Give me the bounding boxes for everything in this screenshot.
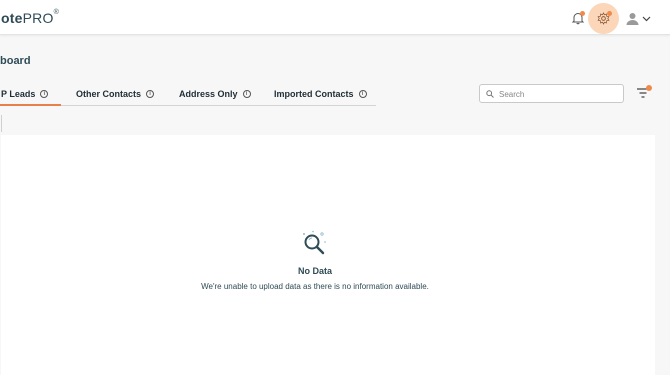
- user-menu-button[interactable]: [626, 12, 639, 25]
- tab-label: Other Contacts: [76, 89, 142, 99]
- user-icon: [626, 13, 639, 25]
- info-icon[interactable]: i: [146, 90, 155, 98]
- app-logo[interactable]: otePRO®: [1, 9, 59, 26]
- active-tab-indicator: [0, 104, 61, 106]
- info-icon[interactable]: i: [358, 90, 367, 98]
- notification-badge: [580, 11, 585, 16]
- filter-badge: [646, 85, 652, 91]
- contact-tabs: P Leads i Other Contacts i Address Only …: [0, 80, 376, 106]
- tab-p-leads[interactable]: P Leads i: [1, 89, 49, 99]
- no-data-message: We're unable to upload data as there is …: [201, 282, 429, 291]
- no-data-magnifier-icon: [303, 230, 326, 255]
- tab-label: Address Only: [179, 89, 238, 99]
- tab-label: P Leads: [1, 89, 36, 99]
- top-bar: otePRO®: [0, 0, 670, 35]
- tab-other-contacts[interactable]: Other Contacts i: [76, 89, 155, 99]
- no-data-title: No Data: [297, 266, 332, 276]
- chevron-down-icon[interactable]: [642, 14, 651, 23]
- tab-imported-contacts[interactable]: Imported Contacts i: [274, 89, 367, 99]
- info-icon[interactable]: i: [40, 90, 49, 98]
- logo-light-text: PRO: [22, 10, 54, 26]
- divider: [1, 115, 2, 132]
- page-title: board: [0, 55, 31, 67]
- logo-bold-text: ote: [1, 10, 23, 26]
- search-box[interactable]: [479, 84, 624, 103]
- info-icon[interactable]: i: [242, 90, 251, 98]
- search-icon: [486, 90, 494, 98]
- settings-button[interactable]: [588, 3, 619, 34]
- settings-badge: [607, 11, 612, 16]
- tab-label: Imported Contacts: [274, 89, 354, 99]
- notifications-button[interactable]: [571, 11, 585, 25]
- search-input[interactable]: [499, 87, 619, 101]
- tab-address-only[interactable]: Address Only i: [179, 89, 251, 99]
- logo-mark: ®: [53, 9, 59, 17]
- data-panel: [1, 135, 655, 375]
